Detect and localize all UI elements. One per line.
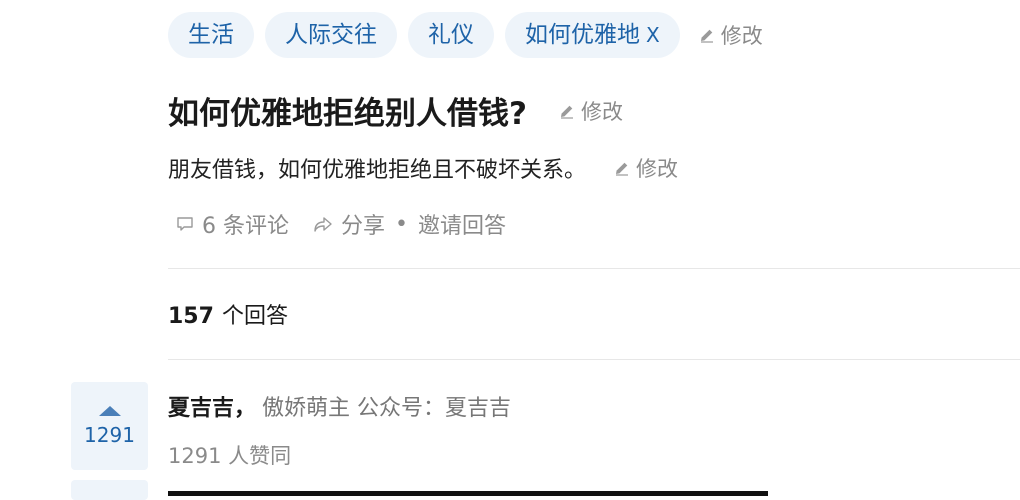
question-actions: 6 条评论 分享 • 邀请回答 [176,208,506,240]
question-title: 如何优雅地拒绝别人借钱? [168,96,527,132]
answer-count-label: 个回答 [221,304,288,329]
topic-tag-label: 如何优雅地 [525,22,640,48]
author-bio: 傲娇萌主 公众号：夏吉吉 [262,396,512,421]
share-icon [314,217,332,232]
edit-label: 修改 [580,99,623,124]
author-name[interactable]: 夏吉吉， [168,396,256,421]
invite-answer-button[interactable]: 邀请回答 [418,208,506,240]
comments-button[interactable]: 6 条评论 [176,208,289,240]
topic-tag-etiquette[interactable]: 礼仪 [408,12,494,58]
topic-tag-life[interactable]: 生活 [168,12,254,58]
edit-label: 修改 [720,24,763,48]
invite-label: 邀请回答 [418,214,507,239]
pencil-icon [616,162,629,176]
topic-tags: 生活 人际交往 礼仪 如何优雅地 X 修改 [168,12,763,58]
share-label: 分享 [341,214,386,239]
topic-tag-elegant[interactable]: 如何优雅地 X [505,12,680,58]
question-detail-row: 朋友借钱，如何优雅地拒绝且不破坏关系。 修改 [168,152,678,184]
edit-title-button[interactable]: 修改 [559,96,623,126]
comments-label: 6 条评论 [202,214,289,239]
edit-topics-button[interactable]: 修改 [699,20,763,50]
divider [168,268,1020,269]
divider [168,359,1020,360]
question-title-row: 如何优雅地拒绝别人借钱? 修改 [168,88,623,133]
upvote-arrow-icon [98,406,121,416]
answer-count: 157 个回答 [168,298,288,330]
separator-dot: • [395,211,408,237]
question-detail: 朋友借钱，如何优雅地拒绝且不破坏关系。 [168,158,587,183]
pencil-icon [700,29,713,43]
topic-tag-label: 人际交往 [285,22,377,48]
upvote-button[interactable]: 1291 [71,382,148,470]
answer-image [168,491,768,496]
topic-tag-social[interactable]: 人际交往 [265,12,397,58]
edit-detail-button[interactable]: 修改 [614,153,678,183]
pencil-icon [560,105,573,119]
answer-author: 夏吉吉， 傲娇萌主 公众号：夏吉吉 [168,390,511,422]
answer-count-number: 157 [168,304,214,329]
topic-tag-label: 礼仪 [428,22,474,48]
remove-tag-button[interactable]: X [646,23,660,47]
topic-tag-label: 生活 [188,22,234,48]
edit-label: 修改 [636,157,679,181]
share-button[interactable]: 分享 [313,208,385,240]
comment-icon [177,217,193,231]
answer-likes[interactable]: 1291 人赞同 [168,440,291,470]
downvote-button[interactable] [71,480,148,500]
vote-count: 1291 [84,423,135,447]
